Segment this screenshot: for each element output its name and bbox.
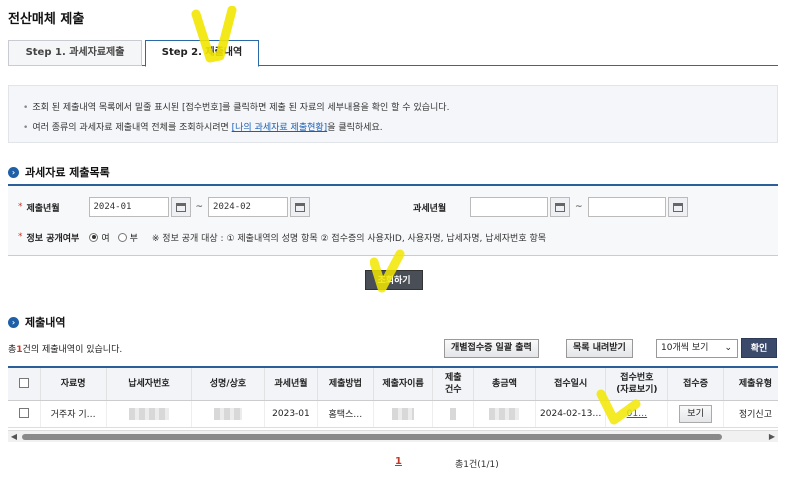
redacted-value bbox=[489, 407, 520, 420]
view-receipt-button[interactable]: 보기 bbox=[679, 404, 712, 423]
cell-count bbox=[432, 400, 475, 428]
notice-line-1: • 조회 된 제출내역 목록에서 밑줄 표시된 [접수번호]를 클릭하면 제출 된… bbox=[23, 98, 763, 118]
disclosure-label: 정보 공개여부 bbox=[26, 233, 80, 244]
bulk-print-button[interactable]: 개별접수증 일괄 출력 bbox=[444, 339, 539, 358]
result-count: 총1건의 제출내역이 있습니다. bbox=[8, 345, 123, 355]
arrow-circle-icon: › bbox=[8, 166, 19, 178]
download-list-button[interactable]: 목록 내려받기 bbox=[566, 339, 633, 358]
disclosure-yes-label: 여 bbox=[101, 233, 110, 244]
disclosure-no-radio[interactable] bbox=[117, 232, 127, 242]
table-header-row: 자료명 납세자번호 성명/상호 과세년월 제출방법 제출자이름 제출 건수 총금… bbox=[8, 368, 778, 401]
bullet-icon: • bbox=[23, 103, 29, 113]
col-header: 접수일시 bbox=[535, 368, 607, 401]
col-header: 성명/상호 bbox=[191, 368, 265, 401]
cell-method: 홈택스… bbox=[317, 400, 374, 428]
redacted-value bbox=[392, 407, 415, 420]
cell-amount bbox=[473, 400, 536, 428]
scroll-left-icon[interactable]: ◀ bbox=[8, 431, 20, 443]
scroll-thumb[interactable] bbox=[22, 434, 722, 440]
submit-period-label: 제출년월 bbox=[26, 203, 60, 214]
result-section-title: › 제출내역 bbox=[8, 314, 65, 330]
result-table: 자료명 납세자번호 성명/상호 과세년월 제출방법 제출자이름 제출 건수 총금… bbox=[8, 366, 778, 430]
col-header: 제출방법 bbox=[317, 368, 374, 401]
cell-taxpayer-name bbox=[191, 400, 265, 428]
cell-taxpayer-no bbox=[106, 400, 193, 428]
cell-type: 정기신고 bbox=[723, 400, 778, 428]
confirm-button[interactable]: 확인 bbox=[741, 338, 777, 358]
page-link-current[interactable]: 1 bbox=[395, 456, 402, 467]
horizontal-scrollbar[interactable]: ◀ ▶ bbox=[8, 430, 778, 442]
col-header: 과세년월 bbox=[264, 368, 319, 401]
period-row: * 제출년월 2024-01 ~ 2024-02 과세년월 ~ bbox=[8, 194, 778, 220]
disclosure-row: * 정보 공개여부 여 부 ※ 정보 공개 대상 : ① 제출내역의 성명 항목… bbox=[8, 224, 778, 250]
cell-receipt: 보기 bbox=[667, 400, 724, 428]
search-button[interactable]: 조회하기 bbox=[365, 270, 423, 290]
step-tabs: Step 1. 과세자료제출 Step 2. 제출내역 bbox=[8, 40, 778, 67]
redacted-value bbox=[213, 407, 242, 420]
bullet-icon: • bbox=[23, 123, 29, 133]
select-all-cell bbox=[8, 368, 41, 401]
tilde-separator: ~ bbox=[575, 202, 583, 212]
submit-from-input[interactable]: 2024-01 bbox=[88, 197, 169, 217]
calendar-icon[interactable] bbox=[550, 197, 571, 217]
notice-line-2: • 여러 종류의 과세자료 제출내역 전체를 조회하시려면 [나의 과세자료 제출… bbox=[23, 118, 763, 138]
cell-tax-period: 2023-01 bbox=[264, 400, 319, 428]
calendar-icon[interactable] bbox=[170, 197, 191, 217]
result-section-label: 제출내역 bbox=[25, 316, 66, 329]
required-mark: * bbox=[18, 202, 23, 212]
search-section-label: 과세자료 제출목록 bbox=[25, 166, 110, 179]
notice-text-2-post: 을 클릭하세요. bbox=[327, 123, 383, 133]
pagination-total: 총1건(1/1) bbox=[455, 460, 499, 470]
tab-step2[interactable]: Step 2. 제출내역 bbox=[145, 40, 259, 67]
cell-received: 2024-02-13… bbox=[535, 400, 607, 428]
search-form: * 제출년월 2024-01 ~ 2024-02 과세년월 ~ * 정보 공개여… bbox=[8, 184, 778, 256]
notice-text-2: 여러 종류의 과세자료 제출내역 전체를 조회하시려면 bbox=[32, 123, 232, 133]
my-submission-status-link[interactable]: [나의 과세자료 제출현황] bbox=[232, 123, 328, 133]
calendar-icon[interactable] bbox=[667, 197, 688, 217]
scroll-right-icon[interactable]: ▶ bbox=[766, 431, 778, 443]
disclosure-yes-radio[interactable] bbox=[89, 232, 99, 242]
tax-to-input[interactable] bbox=[587, 197, 666, 217]
disclosure-no-label: 부 bbox=[129, 233, 138, 244]
chevron-down-icon: ⌄ bbox=[724, 343, 732, 353]
required-mark: * bbox=[18, 232, 23, 242]
table-row: 거주자 기… 2023-01 홈택스… 2024-02-13… 01… 보기 정… bbox=[8, 400, 778, 428]
tab-step1[interactable]: Step 1. 과세자료제출 bbox=[8, 40, 142, 66]
disclosure-note: ※ 정보 공개 대상 : ① 제출내역의 성명 항목 ② 접수증의 사용자ID,… bbox=[151, 233, 547, 244]
row-select-cell bbox=[8, 400, 41, 428]
search-section-title: › 과세자료 제출목록 bbox=[8, 164, 110, 180]
col-header: 제출 건수 bbox=[432, 368, 475, 401]
select-all-checkbox[interactable] bbox=[18, 378, 29, 389]
col-header: 납세자번호 bbox=[106, 368, 193, 401]
cell-receipt-no: 01… bbox=[605, 400, 669, 428]
submit-to-input[interactable]: 2024-02 bbox=[208, 197, 289, 217]
notice-text-1: 조회 된 제출내역 목록에서 밑줄 표시된 [접수번호]를 클릭하면 제출 된 … bbox=[32, 103, 450, 113]
col-header: 자료명 bbox=[40, 368, 107, 401]
col-header: 제출자이름 bbox=[373, 368, 434, 401]
tax-from-input[interactable] bbox=[470, 197, 549, 217]
page-size-select[interactable]: 10개씩 보기 ⌄ bbox=[656, 339, 738, 358]
tilde-separator: ~ bbox=[195, 202, 204, 212]
redacted-value bbox=[450, 407, 457, 420]
redacted-value bbox=[128, 407, 169, 420]
cell-submitter bbox=[373, 400, 434, 428]
arrow-circle-icon: › bbox=[8, 316, 19, 328]
row-checkbox[interactable] bbox=[18, 408, 29, 419]
receipt-number-link[interactable]: 01… bbox=[627, 409, 647, 419]
col-header: 접수증 bbox=[667, 368, 724, 401]
tax-period-label: 과세년월 bbox=[413, 203, 447, 214]
page-title: 전산매체 제출 bbox=[8, 12, 85, 27]
col-header: 총금액 bbox=[473, 368, 536, 401]
col-header: 접수번호 (자료보기) bbox=[605, 368, 669, 401]
col-header: 제출유형 bbox=[723, 368, 778, 401]
cell-name: 거주자 기… bbox=[40, 400, 107, 428]
calendar-icon[interactable] bbox=[290, 197, 311, 217]
notice-box: • 조회 된 제출내역 목록에서 밑줄 표시된 [접수번호]를 클릭하면 제출 된… bbox=[8, 85, 778, 143]
